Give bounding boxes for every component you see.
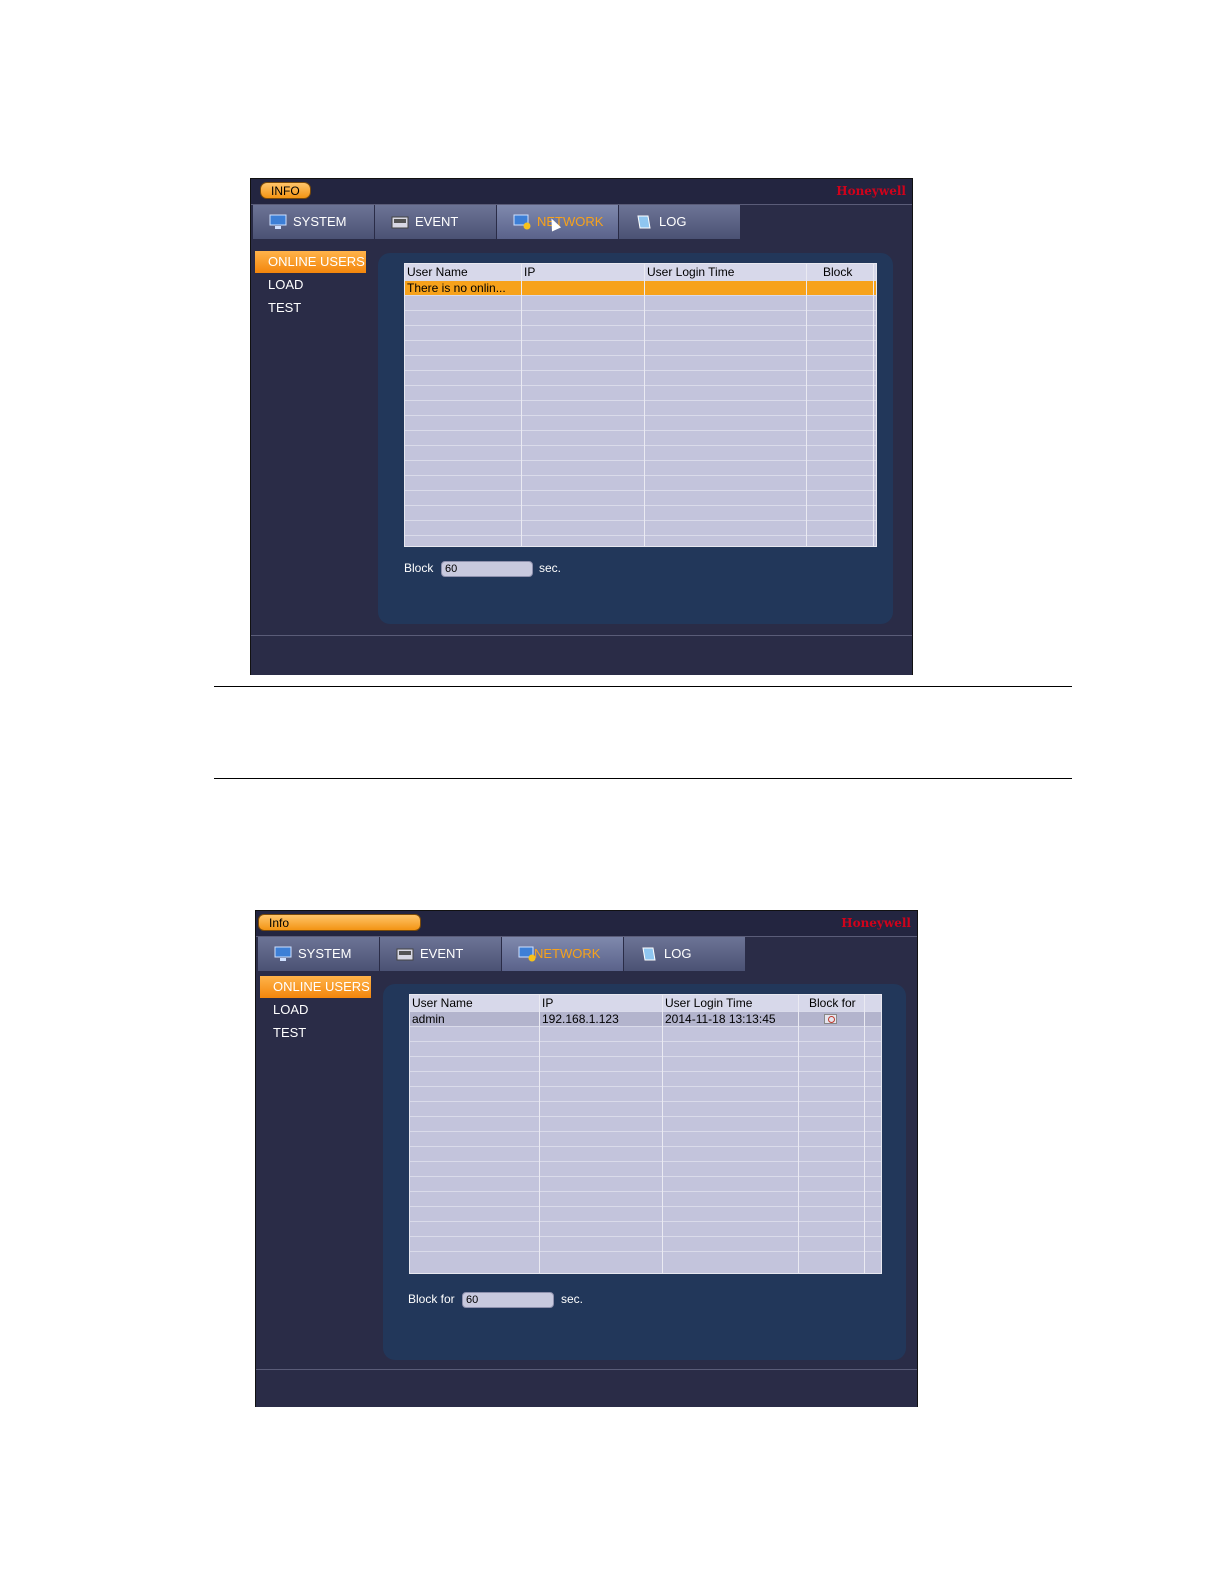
tab-log[interactable]: LOG: [619, 205, 741, 239]
column-divider: [662, 995, 663, 1273]
table-row[interactable]: [410, 1086, 881, 1101]
table-row[interactable]: [410, 1191, 881, 1206]
divider-line: [214, 778, 1072, 779]
cell-block-for: [806, 1012, 808, 1027]
bottom-bar: [256, 1369, 917, 1407]
online-users-table: User Name IP User Login Time Block for a…: [409, 994, 882, 1274]
table-row[interactable]: [410, 1041, 881, 1056]
title-bar: Info Honeywell: [256, 911, 917, 937]
table-row[interactable]: [410, 1131, 881, 1146]
cell-login-time: [645, 281, 647, 296]
tab-log[interactable]: LOG: [624, 937, 746, 971]
cell-ip: [522, 281, 524, 296]
tab-event[interactable]: EVENT: [380, 937, 502, 971]
divider-line: [214, 686, 1072, 687]
online-users-panel: User Name IP User Login Time Block for a…: [383, 984, 906, 1360]
column-divider: [539, 995, 540, 1273]
table-row[interactable]: [410, 1026, 881, 1041]
col-login-time: User Login Time: [665, 996, 753, 1010]
cell-user-name: There is no onlin...: [407, 281, 506, 295]
info-title: INFO: [260, 182, 311, 199]
sidebar-item-test[interactable]: TEST: [255, 297, 366, 319]
column-divider: [798, 995, 799, 1273]
table-row[interactable]: [410, 1206, 881, 1221]
column-divider: [806, 264, 807, 546]
col-ip: IP: [524, 265, 536, 279]
tab-label: EVENT: [420, 946, 464, 961]
main-tabs: SYSTEM EVENT NETWORK LOG: [251, 205, 912, 239]
log-icon: [642, 947, 656, 961]
online-users-panel: User Name IP User Login Time Block There…: [378, 253, 893, 624]
block-user-icon[interactable]: [824, 1014, 837, 1024]
tab-system[interactable]: SYSTEM: [253, 205, 375, 239]
monitor-icon: [274, 946, 292, 961]
block-seconds-input[interactable]: 60: [462, 1292, 554, 1308]
sidebar-item-online-users[interactable]: ONLINE USERS: [260, 976, 371, 998]
online-users-table: User Name IP User Login Time Block There…: [404, 263, 877, 547]
tab-label: LOG: [664, 946, 692, 961]
sidebar-item-test[interactable]: TEST: [260, 1022, 371, 1044]
tab-label: NETWORK: [534, 946, 601, 961]
tab-label: SYSTEM: [298, 946, 352, 961]
tab-label: LOG: [659, 214, 687, 229]
table-row[interactable]: [410, 1071, 881, 1086]
column-divider: [864, 995, 865, 1273]
block-label: Block: [404, 561, 434, 575]
col-user-name: User Name: [412, 996, 473, 1010]
cell-user-name: admin: [412, 1012, 445, 1026]
log-icon: [637, 215, 651, 229]
tab-network[interactable]: NETWORK: [497, 205, 619, 239]
block-for-label: Block for: [408, 1292, 455, 1306]
sidebar-item-online-users[interactable]: ONLINE USERS: [255, 251, 366, 273]
table-row[interactable]: [410, 1146, 881, 1161]
table-row[interactable]: [410, 1176, 881, 1191]
table-row[interactable]: [410, 1056, 881, 1071]
cell-block: [807, 281, 809, 296]
info-screen-1: INFO Honeywell SYSTEM EVENT NETWORK LOG …: [250, 178, 913, 675]
block-unit: sec.: [561, 1292, 584, 1306]
tab-network[interactable]: NETWORK: [502, 937, 624, 971]
tab-label: EVENT: [415, 214, 459, 229]
sidebar-item-load[interactable]: LOAD: [260, 999, 371, 1021]
column-divider: [644, 264, 645, 546]
title-bar: INFO Honeywell: [251, 179, 912, 205]
event-icon: [391, 216, 409, 229]
col-user-name: User Name: [407, 265, 468, 279]
event-icon: [396, 948, 414, 961]
sidebar-item-load[interactable]: LOAD: [255, 274, 366, 296]
info-screen-2: Info Honeywell SYSTEM EVENT NETWORK LOG …: [255, 910, 918, 1407]
info-title: Info: [258, 914, 421, 931]
col-block-for: Block for: [809, 996, 856, 1010]
tab-system[interactable]: SYSTEM: [258, 937, 380, 971]
monitor-icon: [269, 214, 287, 229]
block-unit: sec.: [539, 561, 562, 575]
table-row[interactable]: admin 192.168.1.123 2014-11-18 13:13:45: [410, 1011, 881, 1026]
column-divider: [873, 264, 874, 546]
table-row[interactable]: [410, 1116, 881, 1131]
table-header: User Name IP User Login Time Block for: [410, 995, 881, 1011]
honeywell-logo: Honeywell: [836, 184, 906, 198]
column-divider: [521, 264, 522, 546]
table-row[interactable]: [410, 1251, 881, 1266]
block-seconds-input[interactable]: 60: [441, 561, 533, 577]
col-login-time: User Login Time: [647, 265, 735, 279]
cell-login-time: 2014-11-18 13:13:45: [665, 1012, 776, 1026]
honeywell-logo: Honeywell: [841, 916, 911, 930]
network-icon: [513, 214, 531, 230]
cell-ip: 192.168.1.123: [542, 1012, 619, 1026]
table-row[interactable]: [410, 1221, 881, 1236]
table-row[interactable]: [410, 1101, 881, 1116]
bottom-bar: [251, 635, 912, 675]
main-tabs: SYSTEM EVENT NETWORK LOG: [256, 937, 917, 971]
table-row[interactable]: [410, 1161, 881, 1176]
col-ip: IP: [542, 996, 554, 1010]
tab-label: SYSTEM: [293, 214, 347, 229]
col-block: Block: [823, 265, 853, 279]
table-row[interactable]: [410, 1236, 881, 1251]
tab-event[interactable]: EVENT: [375, 205, 497, 239]
